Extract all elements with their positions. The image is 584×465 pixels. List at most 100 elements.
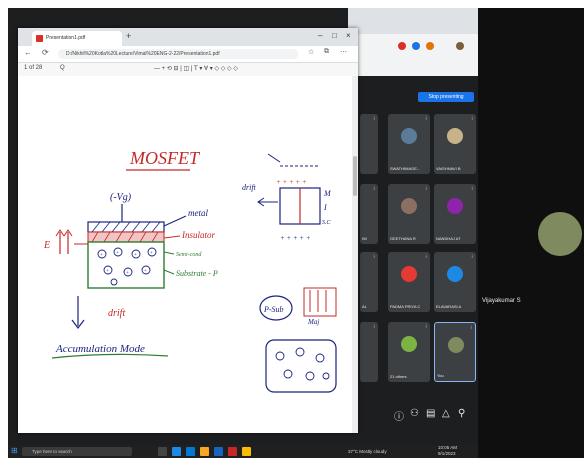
pdf-tools[interactable]: — + ⟲ ⊟ | ◫ | 𝖳 ▾ ∀ ▾ ◇ ◇ ◇ ◇ [154, 65, 238, 72]
tile-menu-icon[interactable]: ⁝ [471, 116, 473, 122]
store-icon[interactable] [186, 447, 195, 456]
participant-tile[interactable]: ⁝ AL [360, 252, 378, 312]
tile-menu-icon[interactable]: ⁝ [425, 186, 427, 192]
m-label: M [323, 189, 332, 198]
majority-label: Maj [307, 318, 319, 326]
avatar [448, 337, 464, 353]
pdf-tab-title: Presentation1.pdf [46, 35, 86, 41]
participant-name: NANDHAJ AT [436, 236, 461, 241]
extension-icon[interactable] [426, 42, 434, 50]
tile-menu-icon[interactable]: ⁝ [425, 324, 427, 330]
participant-tile[interactable]: ⁝ [360, 114, 378, 174]
tile-menu-icon[interactable]: ⁝ [470, 325, 472, 331]
participant-tile[interactable]: ⁝ VAISHNAVI B [434, 114, 476, 174]
side-participant-name: Vijayakumar S [482, 298, 521, 304]
page-number-field[interactable]: 1 of 28 [24, 65, 42, 71]
svg-text:+: + [116, 251, 119, 256]
svg-text:+: + [100, 253, 103, 258]
chat-icon[interactable]: ▤ [426, 408, 435, 419]
participant-name: ELAVARASI A [436, 304, 462, 309]
activities-icon[interactable]: △ [442, 408, 450, 419]
participant-tile[interactable]: ⁝ 21 others [388, 322, 430, 382]
notes-heading: MOSFET [129, 148, 201, 168]
stop-presenting-button[interactable]: Stop presenting [418, 92, 474, 102]
sc-label: S.C [322, 220, 332, 226]
lock-icon[interactable]: ⚲ [458, 408, 465, 419]
participant-tile[interactable]: ⁝ NANDHAJ AT [434, 184, 476, 244]
tile-menu-icon[interactable]: ⁝ [373, 186, 375, 192]
star-icon[interactable]: ☆ [308, 48, 314, 56]
task-view-icon[interactable] [158, 447, 167, 456]
pdf-viewer-window: Presentation1.pdf + – □ × ← ⟳ D:/Nikhil%… [18, 28, 358, 433]
avatar [401, 336, 417, 352]
svg-text:+: + [106, 269, 109, 274]
mode-label: Accumulation Mode [55, 343, 145, 355]
explorer-icon[interactable] [200, 447, 209, 456]
app-icon[interactable] [228, 447, 237, 456]
pdf-file-icon [36, 35, 43, 42]
p-sub-label: P-Sub [263, 305, 284, 314]
i-label: I [323, 203, 327, 212]
metal-label: metal [188, 208, 208, 218]
drift-right-label: drift [242, 183, 257, 192]
tile-menu-icon[interactable]: ⁝ [471, 254, 473, 260]
tile-menu-icon[interactable]: ⁝ [373, 116, 375, 122]
new-tab-button[interactable]: + [126, 31, 131, 41]
address-input[interactable]: D:/Nikhil%20Kotla%20Lecture/Vimal%20ENG-… [58, 49, 298, 59]
svg-text:+ + + + +: + + + + + [276, 178, 307, 186]
clock-date[interactable]: 9/1/2023 [438, 451, 456, 457]
svg-text:+ + + + +: + + + + + [280, 234, 311, 242]
edge-icon[interactable] [172, 447, 181, 456]
drift-label: drift [108, 308, 125, 319]
tile-menu-icon[interactable]: ⁝ [425, 116, 427, 122]
word-icon[interactable] [214, 447, 223, 456]
screen: Stop presenting ⁝ ⁝ SWATHIMAGE... ⁝ VAISHNAV… [8, 8, 478, 458]
windows-start-icon[interactable]: ⊞ [11, 446, 18, 455]
scrollbar[interactable] [352, 76, 358, 433]
participant-tile[interactable]: ⁝ ELAVARASI A [434, 252, 476, 312]
close-button[interactable]: × [346, 31, 351, 40]
gate-voltage-label: (-Vg) [110, 192, 132, 203]
participant-tile[interactable]: ⁝ PADMA PRIYA C [388, 252, 430, 312]
svg-text:+: + [144, 269, 147, 274]
tile-menu-icon[interactable]: ⁝ [373, 254, 375, 260]
pdf-tab[interactable]: Presentation1.pdf [32, 31, 122, 46]
tile-menu-icon[interactable]: ⁝ [373, 324, 375, 330]
back-icon[interactable]: ← [24, 48, 32, 57]
refresh-icon[interactable]: ⟳ [42, 48, 49, 57]
participant-name: VAISHNAVI B [436, 166, 461, 171]
chrome-icon[interactable] [242, 447, 251, 456]
tile-menu-icon[interactable]: ⁝ [471, 186, 473, 192]
weather-text[interactable]: 37°C Mostly cloudy [348, 447, 387, 456]
maximize-button[interactable]: □ [332, 31, 337, 40]
extension-icon[interactable] [412, 42, 420, 50]
participant-tile[interactable]: ⁝ SWATHIMAGE... [388, 114, 430, 174]
svg-text:+: + [150, 251, 153, 256]
svg-text:+: + [134, 253, 137, 258]
participant-tile[interactable]: ⁝ [360, 322, 378, 382]
scrollbar-thumb[interactable] [353, 156, 357, 196]
info-icon[interactable]: ⓘ [394, 408, 404, 423]
participant-name: AL [362, 304, 367, 309]
participant-tile[interactable]: ⁝ You [434, 322, 476, 382]
meet-browser-tabbar [348, 8, 478, 34]
record-icon[interactable] [398, 42, 406, 50]
collections-icon[interactable]: ⧉ [324, 48, 329, 56]
taskbar-search[interactable]: Type here to search [22, 447, 132, 456]
profile-avatar[interactable] [456, 42, 464, 50]
substrate-label: Substrate - P [176, 269, 218, 278]
avatar [447, 198, 463, 214]
tile-menu-icon[interactable]: ⁝ [425, 254, 427, 260]
participant-name: 21 others [390, 374, 407, 379]
participant-tile[interactable]: ⁝ GEETHANA R [388, 184, 430, 244]
avatar [447, 128, 463, 144]
minimize-button[interactable]: – [318, 31, 322, 40]
pdf-tabbar: Presentation1.pdf + – □ × [18, 28, 358, 46]
people-icon[interactable]: ⚇ [410, 408, 419, 419]
menu-icon[interactable]: ⋯ [340, 48, 347, 56]
participant-tile[interactable]: ⁝ IW [360, 184, 378, 244]
avatar [401, 266, 417, 282]
annotation-canvas[interactable]: MOSFET (-Vg) + + + + + + + metal Insulat… [18, 76, 358, 433]
search-icon[interactable]: Q [60, 65, 65, 71]
handwritten-notes: MOSFET (-Vg) + + + ++ + + metal Insulato… [43, 148, 337, 393]
